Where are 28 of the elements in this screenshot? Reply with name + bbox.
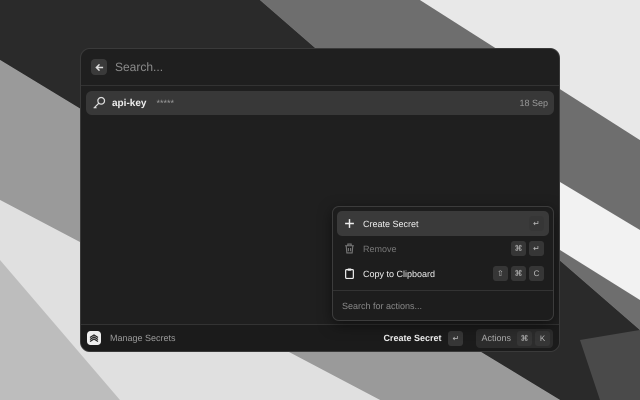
shortcut-key: ⌘ [511,241,526,256]
actions-label: Actions [481,333,511,343]
back-button[interactable] [91,59,107,75]
clipboard-icon [344,268,355,279]
search-field[interactable]: Search... [113,59,549,75]
stack-logo-icon [87,331,101,345]
trash-icon [344,243,355,254]
action-item[interactable]: Copy to Clipboard ⇧ ⌘ C [337,261,549,286]
item-date: 18 Sep [519,98,548,108]
item-title: api-key [112,98,146,108]
back-arrow-icon [94,62,104,72]
primary-action-button[interactable]: Create Secret [381,333,444,343]
action-search-field[interactable]: Search for actions... [337,291,549,320]
key-icon [92,96,106,110]
actions-button[interactable]: Actions ⌘ K [476,328,553,348]
list-item[interactable]: api-key ***** 18 Sep [86,91,554,115]
plus-icon [344,218,355,229]
item-subtitle: ***** [156,98,174,108]
action-item[interactable]: Create Secret ↵ [337,211,549,236]
extension-title: Manage Secrets [110,333,176,343]
shortcut-key: ⌘ [511,266,526,281]
shortcut-key: ↵ [529,241,544,256]
shortcut-key: ↵ [448,330,464,346]
shortcut-key: ⌘ [517,330,532,346]
shortcut-key: ⇧ [493,266,508,281]
shortcut-key: K [535,330,550,346]
shortcut-key: C [529,266,544,281]
shortcut-key: ↵ [529,216,544,231]
